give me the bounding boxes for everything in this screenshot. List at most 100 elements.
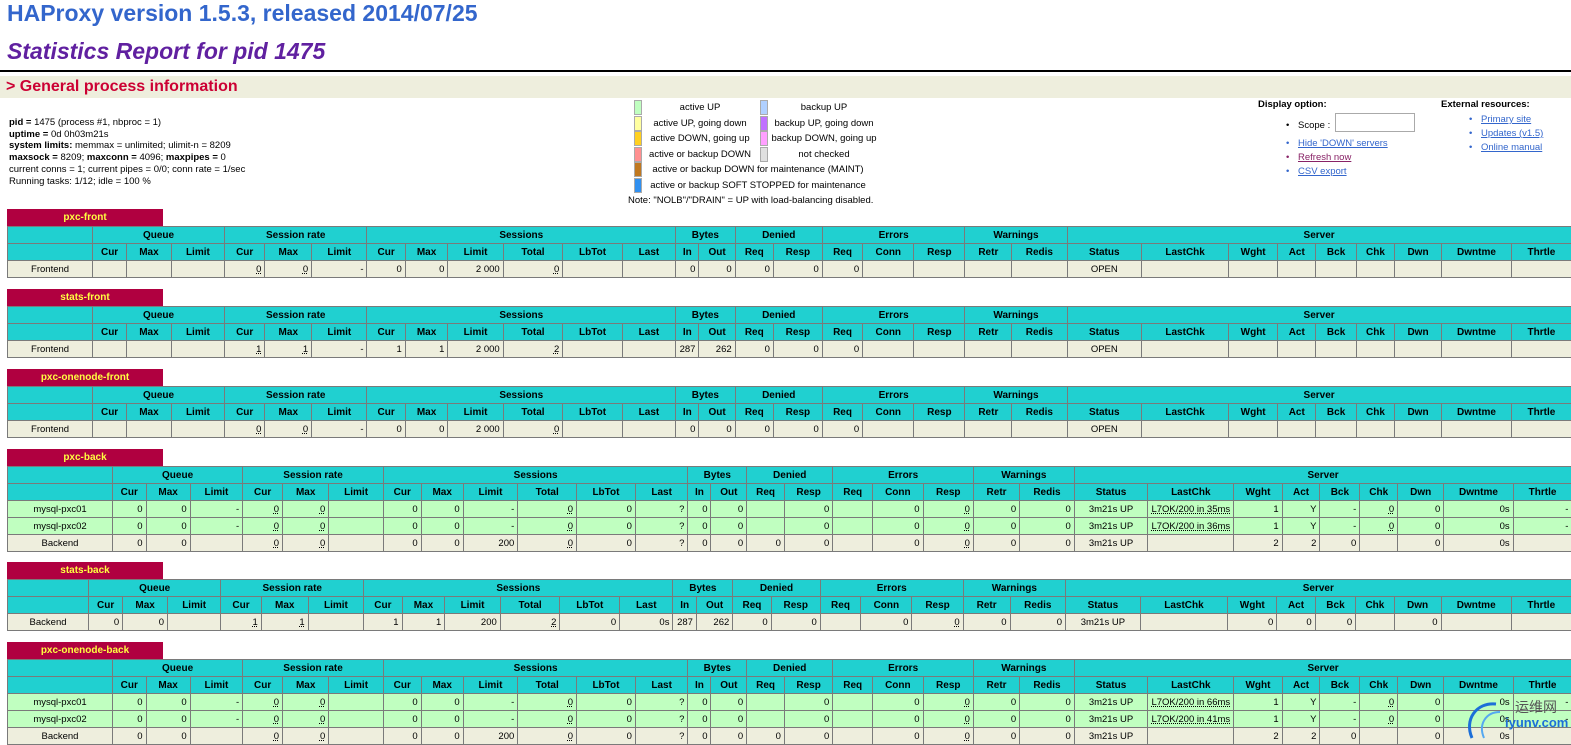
stat-cell: 0	[735, 341, 773, 358]
column-header: Thrtle	[1511, 597, 1571, 614]
stat-cell: 0	[923, 694, 973, 711]
stat-cell: 0	[973, 518, 1019, 535]
stat-value-hint[interactable]: 0	[568, 697, 573, 708]
stat-cell: 0	[113, 694, 147, 711]
stat-value-hint[interactable]: 0	[965, 521, 970, 532]
row-name[interactable]: Frontend	[8, 261, 93, 278]
stat-value-hint[interactable]: 0	[274, 697, 279, 708]
stat-value-hint[interactable]: 0	[274, 504, 279, 515]
column-header: Cur	[224, 244, 264, 261]
stat-value-hint[interactable]: 0	[303, 424, 308, 435]
stat-value-hint[interactable]: 0	[1389, 697, 1394, 708]
stat-cell	[329, 728, 384, 745]
stat-value-hint[interactable]: 0	[320, 521, 325, 532]
stat-value-hint[interactable]: 0	[554, 424, 559, 435]
column-header	[8, 244, 93, 261]
stat-value-hint[interactable]: 0	[274, 538, 279, 549]
column-header: Resp	[773, 324, 822, 341]
stat-value-hint[interactable]: L7OK/200 in 41ms	[1151, 714, 1230, 725]
stat-value-hint[interactable]: L7OK/200 in 35ms	[1151, 504, 1230, 515]
row-name[interactable]: Backend	[8, 535, 113, 552]
stat-value-hint[interactable]: 0	[320, 504, 325, 515]
stat-cell: 262	[699, 341, 735, 358]
csv-export-link[interactable]: CSV export	[1298, 166, 1347, 177]
column-header: Out	[696, 597, 732, 614]
column-header: Cur	[243, 677, 283, 694]
stat-value-hint[interactable]: 1	[256, 344, 261, 355]
column-group-header: Session rate	[224, 307, 367, 324]
section-header: > General process information	[0, 76, 1571, 98]
column-header: Conn	[873, 484, 923, 501]
column-header: LastChk	[1148, 677, 1234, 694]
stat-cell: 287	[676, 341, 699, 358]
stat-value-hint[interactable]: 0	[320, 697, 325, 708]
stat-value-hint[interactable]: 0	[954, 617, 959, 628]
scope-input[interactable]	[1335, 113, 1415, 132]
column-header: Dwn	[1395, 324, 1442, 341]
stat-value-hint[interactable]: 0	[274, 714, 279, 725]
proxy-name-tab[interactable]: pxc-back	[7, 449, 163, 466]
stat-value-hint[interactable]: 0	[568, 714, 573, 725]
stat-cell: 0	[421, 518, 463, 535]
process-info-value: 0d 0h03m21s	[51, 129, 109, 140]
stat-value-hint[interactable]: L7OK/200 in 66ms	[1151, 697, 1230, 708]
row-name[interactable]: Backend	[8, 614, 89, 631]
stat-value-hint[interactable]: L7OK/200 in 36ms	[1151, 521, 1230, 532]
hide-down-servers-link[interactable]: Hide 'DOWN' servers	[1298, 138, 1388, 149]
stat-value-hint[interactable]: 0	[1389, 521, 1394, 532]
row-name[interactable]: mysql-pxc01	[8, 694, 113, 711]
stat-value-hint[interactable]: 1	[299, 617, 304, 628]
updates-link[interactable]: Updates (v1.5)	[1481, 128, 1543, 139]
stat-value-hint[interactable]: 0	[554, 264, 559, 275]
proxy-name-tab[interactable]: pxc-front	[7, 209, 163, 226]
column-group-header	[8, 227, 93, 244]
column-header: Out	[699, 324, 735, 341]
stat-cell: 0	[1020, 711, 1075, 728]
stat-cell: 0	[923, 501, 973, 518]
proxy-name-tab[interactable]: pxc-onenode-front	[7, 369, 163, 386]
stat-value-hint[interactable]: 2	[551, 617, 556, 628]
row-name[interactable]: mysql-pxc02	[8, 518, 113, 535]
stat-value-hint[interactable]: 0	[965, 504, 970, 515]
row-name[interactable]: Frontend	[8, 421, 93, 438]
stat-value-hint[interactable]: 2	[554, 344, 559, 355]
primary-site-link[interactable]: Primary site	[1481, 114, 1531, 125]
column-group-header: Denied	[733, 580, 820, 597]
divider	[0, 70, 1571, 72]
row-name[interactable]: Backend	[8, 728, 113, 745]
column-group-header: Sessions	[367, 387, 676, 404]
stat-value-hint[interactable]: 0	[303, 264, 308, 275]
stat-value-hint[interactable]: 0	[256, 264, 261, 275]
stat-value-hint[interactable]: 0	[256, 424, 261, 435]
stat-value-hint[interactable]: 0	[1389, 714, 1394, 725]
stat-value-hint[interactable]: 0	[965, 714, 970, 725]
column-group-header: Denied	[747, 660, 833, 677]
stat-value-hint[interactable]: 0	[320, 714, 325, 725]
stat-value-hint[interactable]: 0	[320, 538, 325, 549]
stat-cell: 0	[923, 711, 973, 728]
row-name[interactable]: mysql-pxc01	[8, 501, 113, 518]
stat-value-hint[interactable]: 0	[568, 538, 573, 549]
stat-value-hint[interactable]: 1	[253, 617, 258, 628]
proxy-name-tab[interactable]: stats-back	[7, 562, 163, 579]
proxy-name-tab[interactable]: pxc-onenode-back	[7, 642, 163, 659]
stat-value-hint[interactable]: 0	[965, 697, 970, 708]
stat-value-hint[interactable]: 0	[568, 521, 573, 532]
stat-value-hint[interactable]: 0	[1389, 504, 1394, 515]
stat-value-hint[interactable]: 0	[568, 504, 573, 515]
stat-cell	[93, 421, 127, 438]
stat-cell: 0	[146, 501, 190, 518]
column-header: Resp	[771, 597, 820, 614]
stat-cell: 0	[1394, 614, 1441, 631]
row-name[interactable]: mysql-pxc02	[8, 711, 113, 728]
stat-value-hint[interactable]: 0	[965, 538, 970, 549]
stat-cell: 0	[577, 694, 636, 711]
refresh-now-link[interactable]: Refresh now	[1298, 152, 1351, 163]
stat-cell	[747, 501, 785, 518]
legend-label: active UP, going down	[642, 118, 758, 129]
online-manual-link[interactable]: Online manual	[1481, 142, 1542, 153]
proxy-name-tab[interactable]: stats-front	[7, 289, 163, 306]
stat-value-hint[interactable]: 1	[303, 344, 308, 355]
stat-value-hint[interactable]: 0	[274, 521, 279, 532]
row-name[interactable]: Frontend	[8, 341, 93, 358]
